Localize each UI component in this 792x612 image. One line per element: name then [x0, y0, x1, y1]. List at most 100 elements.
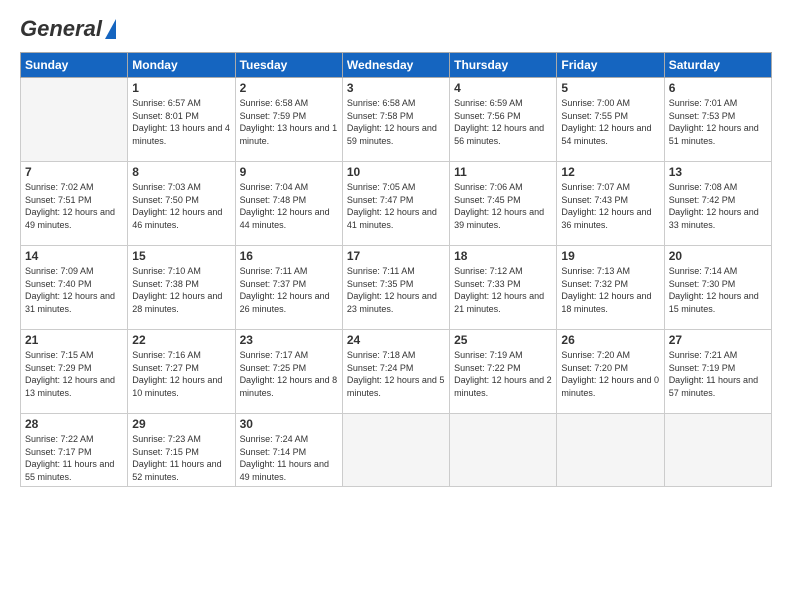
cell-info: Sunrise: 7:10 AMSunset: 7:38 PMDaylight:… [132, 265, 230, 315]
cell-info: Sunrise: 7:11 AMSunset: 7:37 PMDaylight:… [240, 265, 338, 315]
calendar-cell: 4 Sunrise: 6:59 AMSunset: 7:56 PMDaylight… [450, 78, 557, 162]
cell-info: Sunrise: 6:59 AMSunset: 7:56 PMDaylight:… [454, 97, 552, 147]
cell-info: Sunrise: 7:20 AMSunset: 7:20 PMDaylight:… [561, 349, 659, 399]
day-number: 3 [347, 81, 445, 95]
day-number: 25 [454, 333, 552, 347]
calendar-cell: 22 Sunrise: 7:16 AMSunset: 7:27 PMDayligh… [128, 330, 235, 414]
day-number: 19 [561, 249, 659, 263]
calendar-cell: 29 Sunrise: 7:23 AMSunset: 7:15 PMDayligh… [128, 414, 235, 487]
calendar-cell: 23 Sunrise: 7:17 AMSunset: 7:25 PMDayligh… [235, 330, 342, 414]
calendar-cell: 5 Sunrise: 7:00 AMSunset: 7:55 PMDaylight… [557, 78, 664, 162]
calendar-cell: 9 Sunrise: 7:04 AMSunset: 7:48 PMDaylight… [235, 162, 342, 246]
cell-info: Sunrise: 7:06 AMSunset: 7:45 PMDaylight:… [454, 181, 552, 231]
cell-info: Sunrise: 7:24 AMSunset: 7:14 PMDaylight:… [240, 433, 338, 483]
calendar-cell [664, 414, 771, 487]
day-number: 7 [25, 165, 123, 179]
calendar-cell: 1 Sunrise: 6:57 AMSunset: 8:01 PMDaylight… [128, 78, 235, 162]
calendar-cell: 21 Sunrise: 7:15 AMSunset: 7:29 PMDayligh… [21, 330, 128, 414]
calendar-cell: 25Sunrise: 7:19 AMSunset: 7:22 PMDayligh… [450, 330, 557, 414]
calendar-cell: 26 Sunrise: 7:20 AMSunset: 7:20 PMDayligh… [557, 330, 664, 414]
calendar-cell [450, 414, 557, 487]
day-header-thursday: Thursday [450, 53, 557, 78]
cell-info: Sunrise: 6:58 AMSunset: 7:58 PMDaylight:… [347, 97, 445, 147]
cell-info: Sunrise: 7:16 AMSunset: 7:27 PMDaylight:… [132, 349, 230, 399]
day-number: 9 [240, 165, 338, 179]
cell-info: Sunrise: 7:14 AMSunset: 7:30 PMDaylight:… [669, 265, 767, 315]
day-number: 5 [561, 81, 659, 95]
day-header-friday: Friday [557, 53, 664, 78]
cell-info: Sunrise: 7:04 AMSunset: 7:48 PMDaylight:… [240, 181, 338, 231]
cell-info: Sunrise: 6:57 AMSunset: 8:01 PMDaylight:… [132, 97, 230, 147]
calendar-cell: 27 Sunrise: 7:21 AMSunset: 7:19 PMDayligh… [664, 330, 771, 414]
calendar-cell: 13 Sunrise: 7:08 AMSunset: 7:42 PMDayligh… [664, 162, 771, 246]
day-number: 6 [669, 81, 767, 95]
cell-info: Sunrise: 7:15 AMSunset: 7:29 PMDaylight:… [25, 349, 123, 399]
day-number: 12 [561, 165, 659, 179]
calendar-cell: 12Sunrise: 7:07 AMSunset: 7:43 PMDayligh… [557, 162, 664, 246]
calendar-cell [557, 414, 664, 487]
cell-info: Sunrise: 7:18 AMSunset: 7:24 PMDaylight:… [347, 349, 445, 399]
calendar-week-row: 28Sunrise: 7:22 AMSunset: 7:17 PMDayligh… [21, 414, 772, 487]
day-header-monday: Monday [128, 53, 235, 78]
calendar-cell: 14 Sunrise: 7:09 AMSunset: 7:40 PMDayligh… [21, 246, 128, 330]
day-number: 20 [669, 249, 767, 263]
calendar-table: SundayMondayTuesdayWednesdayThursdayFrid… [20, 52, 772, 487]
cell-info: Sunrise: 7:05 AMSunset: 7:47 PMDaylight:… [347, 181, 445, 231]
calendar-cell: 15Sunrise: 7:10 AMSunset: 7:38 PMDayligh… [128, 246, 235, 330]
calendar-cell: 20 Sunrise: 7:14 AMSunset: 7:30 PMDayligh… [664, 246, 771, 330]
day-number: 16 [240, 249, 338, 263]
calendar-header-row: SundayMondayTuesdayWednesdayThursdayFrid… [21, 53, 772, 78]
day-number: 1 [132, 81, 230, 95]
calendar-week-row: 14 Sunrise: 7:09 AMSunset: 7:40 PMDayligh… [21, 246, 772, 330]
calendar-cell: 28Sunrise: 7:22 AMSunset: 7:17 PMDayligh… [21, 414, 128, 487]
day-number: 26 [561, 333, 659, 347]
cell-info: Sunrise: 7:03 AMSunset: 7:50 PMDaylight:… [132, 181, 230, 231]
calendar-cell: 10 Sunrise: 7:05 AMSunset: 7:47 PMDayligh… [342, 162, 449, 246]
header: General [20, 16, 772, 42]
calendar-week-row: 7Sunrise: 7:02 AMSunset: 7:51 PMDaylight… [21, 162, 772, 246]
day-number: 17 [347, 249, 445, 263]
day-number: 30 [240, 417, 338, 431]
day-header-tuesday: Tuesday [235, 53, 342, 78]
calendar-cell: 19 Sunrise: 7:13 AMSunset: 7:32 PMDayligh… [557, 246, 664, 330]
day-number: 18 [454, 249, 552, 263]
calendar-cell: 8 Sunrise: 7:03 AMSunset: 7:50 PMDaylight… [128, 162, 235, 246]
cell-info: Sunrise: 6:58 AMSunset: 7:59 PMDaylight:… [240, 97, 338, 147]
cell-info: Sunrise: 7:22 AMSunset: 7:17 PMDaylight:… [25, 433, 123, 483]
day-header-wednesday: Wednesday [342, 53, 449, 78]
calendar-cell: 18 Sunrise: 7:12 AMSunset: 7:33 PMDayligh… [450, 246, 557, 330]
calendar-week-row: 21 Sunrise: 7:15 AMSunset: 7:29 PMDayligh… [21, 330, 772, 414]
day-number: 14 [25, 249, 123, 263]
day-number: 8 [132, 165, 230, 179]
day-number: 21 [25, 333, 123, 347]
day-header-sunday: Sunday [21, 53, 128, 78]
day-number: 29 [132, 417, 230, 431]
logo-general: General [20, 16, 102, 42]
calendar-cell: 6 Sunrise: 7:01 AMSunset: 7:53 PMDaylight… [664, 78, 771, 162]
calendar-cell: 24 Sunrise: 7:18 AMSunset: 7:24 PMDayligh… [342, 330, 449, 414]
cell-info: Sunrise: 7:23 AMSunset: 7:15 PMDaylight:… [132, 433, 230, 483]
day-number: 4 [454, 81, 552, 95]
cell-info: Sunrise: 7:17 AMSunset: 7:25 PMDaylight:… [240, 349, 338, 399]
calendar-week-row: 1 Sunrise: 6:57 AMSunset: 8:01 PMDaylight… [21, 78, 772, 162]
day-number: 27 [669, 333, 767, 347]
calendar-cell: 7Sunrise: 7:02 AMSunset: 7:51 PMDaylight… [21, 162, 128, 246]
day-number: 24 [347, 333, 445, 347]
cell-info: Sunrise: 7:00 AMSunset: 7:55 PMDaylight:… [561, 97, 659, 147]
cell-info: Sunrise: 7:12 AMSunset: 7:33 PMDaylight:… [454, 265, 552, 315]
logo-triangle-icon [105, 19, 116, 39]
day-number: 13 [669, 165, 767, 179]
cell-info: Sunrise: 7:08 AMSunset: 7:42 PMDaylight:… [669, 181, 767, 231]
cell-info: Sunrise: 7:09 AMSunset: 7:40 PMDaylight:… [25, 265, 123, 315]
day-number: 11 [454, 165, 552, 179]
day-number: 10 [347, 165, 445, 179]
day-number: 23 [240, 333, 338, 347]
cell-info: Sunrise: 7:21 AMSunset: 7:19 PMDaylight:… [669, 349, 767, 399]
calendar-cell: 11 Sunrise: 7:06 AMSunset: 7:45 PMDayligh… [450, 162, 557, 246]
day-number: 22 [132, 333, 230, 347]
cell-info: Sunrise: 7:01 AMSunset: 7:53 PMDaylight:… [669, 97, 767, 147]
cell-info: Sunrise: 7:13 AMSunset: 7:32 PMDaylight:… [561, 265, 659, 315]
calendar-cell: 3 Sunrise: 6:58 AMSunset: 7:58 PMDaylight… [342, 78, 449, 162]
calendar-cell [342, 414, 449, 487]
calendar-cell: 2Sunrise: 6:58 AMSunset: 7:59 PMDaylight… [235, 78, 342, 162]
